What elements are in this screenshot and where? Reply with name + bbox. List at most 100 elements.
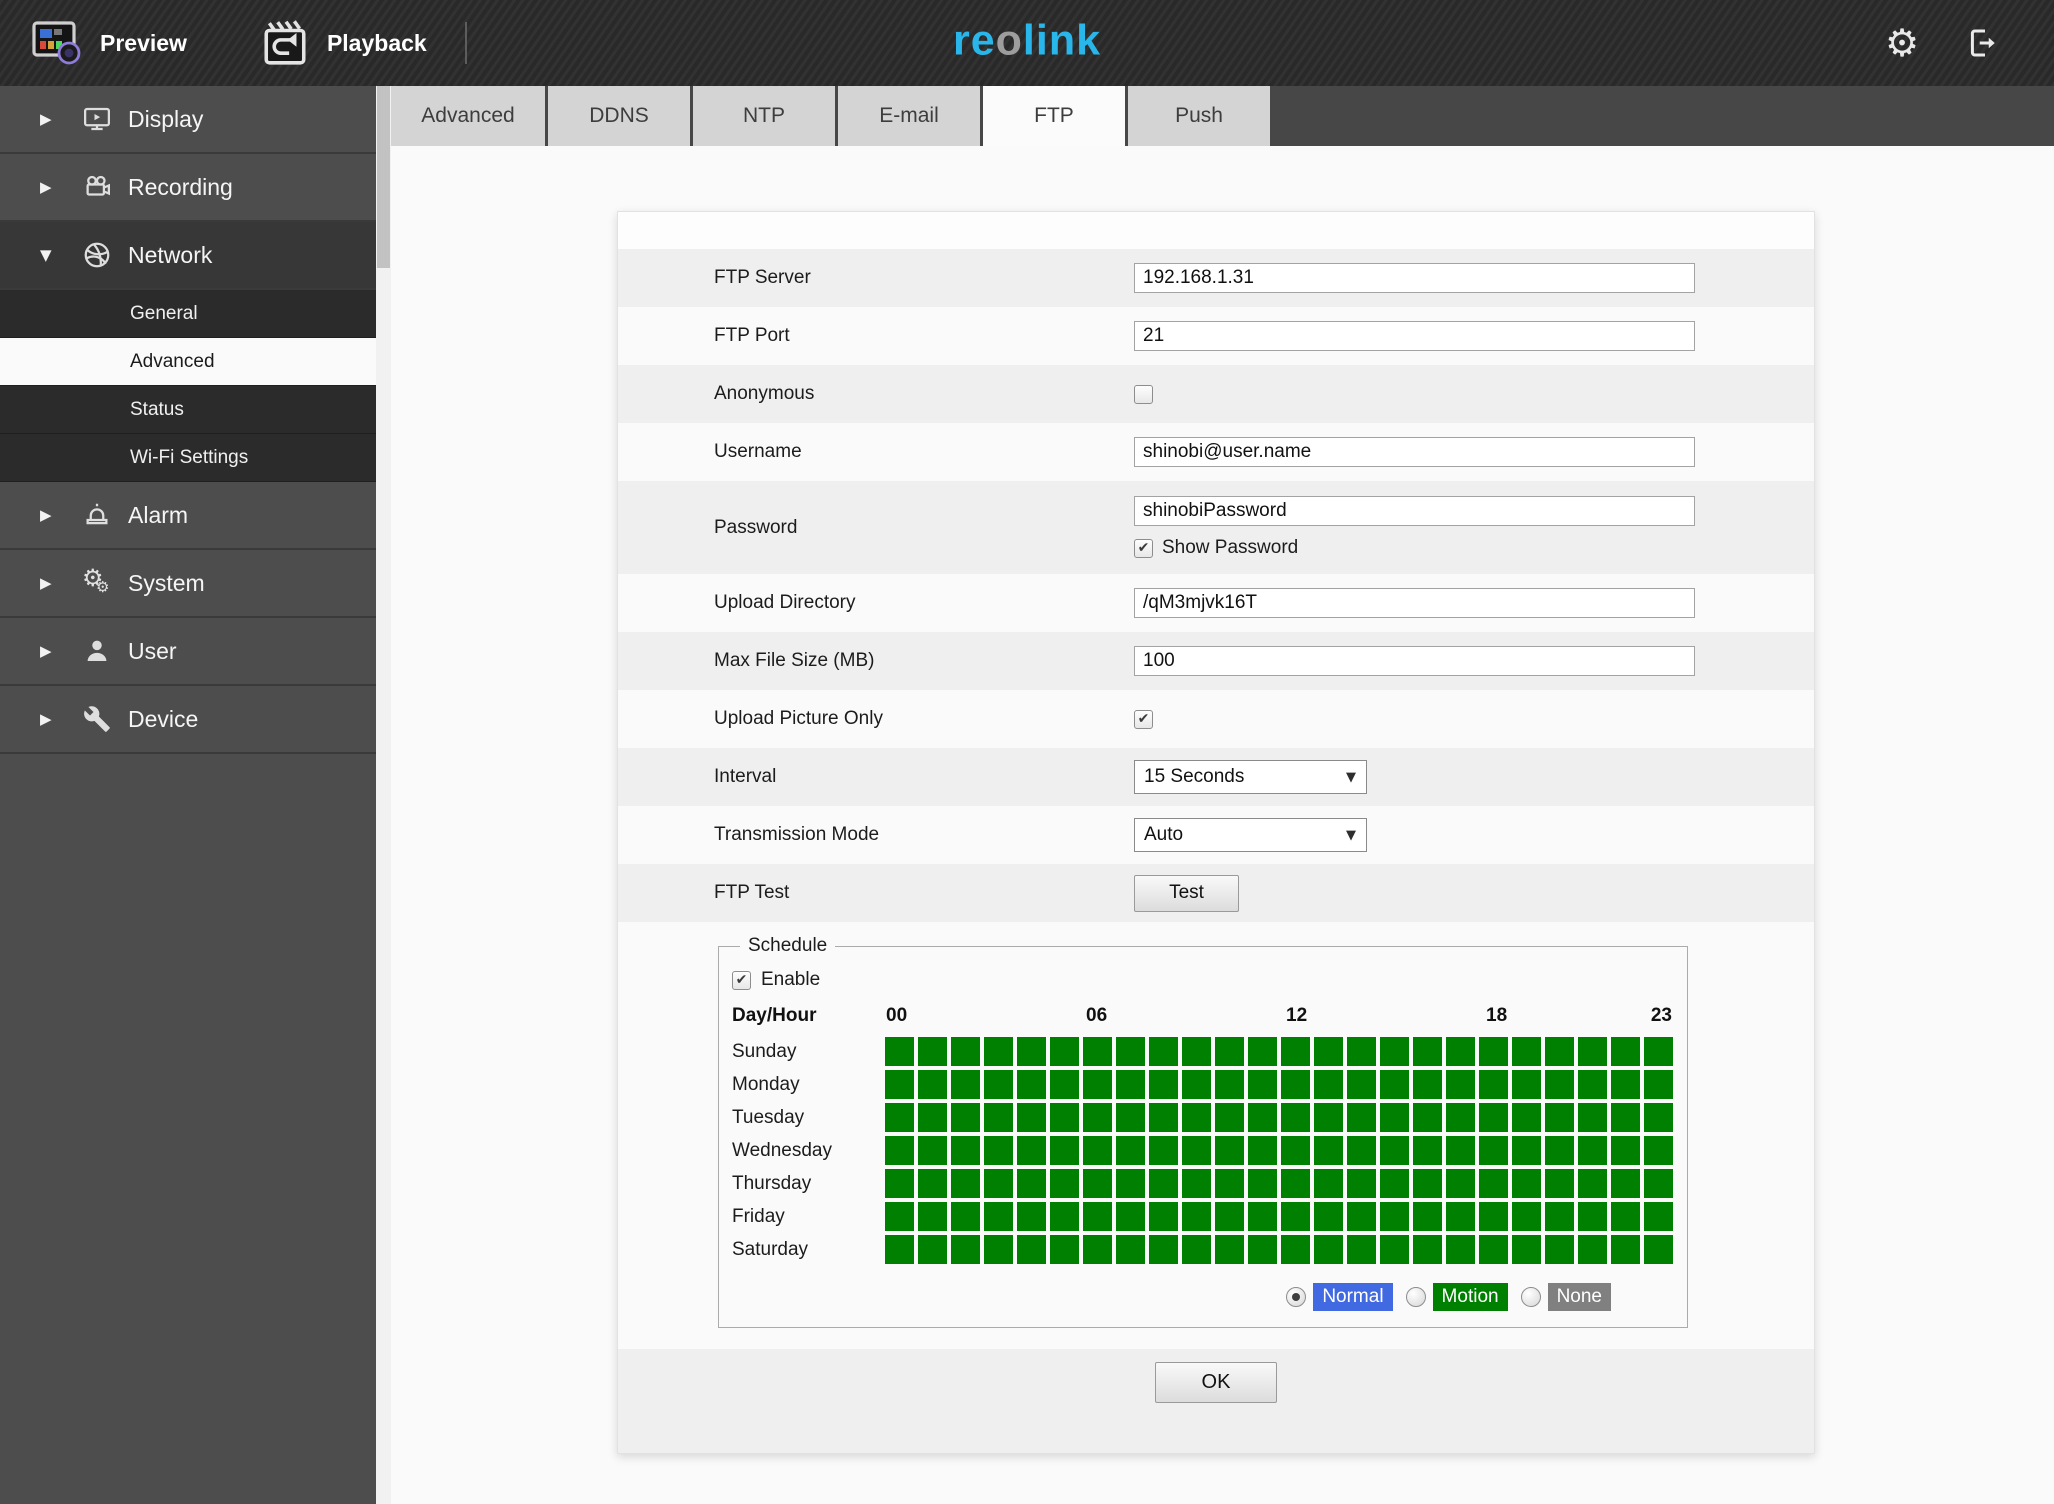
- max-file-size-mb-input[interactable]: [1134, 646, 1695, 676]
- schedule-cell[interactable]: [1083, 1136, 1112, 1165]
- show-password-checkbox[interactable]: [1134, 538, 1153, 558]
- schedule-cell[interactable]: [1149, 1136, 1178, 1165]
- schedule-cell[interactable]: [1050, 1037, 1079, 1066]
- schedule-cell[interactable]: [1182, 1202, 1211, 1231]
- schedule-cell[interactable]: [1380, 1070, 1409, 1099]
- schedule-cell[interactable]: [1116, 1037, 1145, 1066]
- schedule-cell[interactable]: [984, 1070, 1013, 1099]
- schedule-cell[interactable]: [984, 1202, 1013, 1231]
- motion-radio[interactable]: [1405, 1287, 1426, 1307]
- sidebar-item-system[interactable]: ▶ ⚙ ⚙ System: [0, 550, 376, 618]
- schedule-cell[interactable]: [1116, 1103, 1145, 1132]
- schedule-cell[interactable]: [1050, 1136, 1079, 1165]
- sidebar-scrollbar[interactable]: [376, 86, 391, 1504]
- schedule-cell[interactable]: [1017, 1235, 1046, 1264]
- sidebar-item-recording[interactable]: ▶ Recording: [0, 154, 376, 222]
- schedule-cell[interactable]: [1545, 1202, 1574, 1231]
- schedule-cell[interactable]: [1611, 1136, 1640, 1165]
- schedule-cell[interactable]: [1215, 1169, 1244, 1198]
- schedule-cell[interactable]: [1182, 1103, 1211, 1132]
- schedule-cell[interactable]: [1380, 1202, 1409, 1231]
- schedule-cell[interactable]: [1116, 1070, 1145, 1099]
- schedule-cell[interactable]: [1149, 1103, 1178, 1132]
- schedule-cell[interactable]: [1182, 1070, 1211, 1099]
- tab-ntp[interactable]: NTP: [693, 86, 835, 146]
- none-radio[interactable]: [1520, 1287, 1541, 1307]
- schedule-cell[interactable]: [1083, 1037, 1112, 1066]
- schedule-cell[interactable]: [1644, 1070, 1673, 1099]
- schedule-cell[interactable]: [1215, 1070, 1244, 1099]
- schedule-cell[interactable]: [951, 1103, 980, 1132]
- schedule-cell[interactable]: [1380, 1235, 1409, 1264]
- interval-select[interactable]: 15 Seconds ▼: [1134, 760, 1367, 794]
- schedule-cell[interactable]: [1215, 1202, 1244, 1231]
- schedule-cell[interactable]: [951, 1202, 980, 1231]
- schedule-cell[interactable]: [885, 1037, 914, 1066]
- schedule-cell[interactable]: [1611, 1037, 1640, 1066]
- schedule-cell[interactable]: [885, 1202, 914, 1231]
- schedule-cell[interactable]: [918, 1235, 947, 1264]
- schedule-cell[interactable]: [1083, 1169, 1112, 1198]
- schedule-cell[interactable]: [918, 1136, 947, 1165]
- schedule-cell[interactable]: [1578, 1202, 1607, 1231]
- tab-advanced[interactable]: Advanced: [391, 86, 545, 146]
- schedule-cell[interactable]: [1083, 1103, 1112, 1132]
- schedule-cell[interactable]: [1512, 1037, 1541, 1066]
- schedule-cell[interactable]: [1116, 1202, 1145, 1231]
- schedule-cell[interactable]: [1380, 1136, 1409, 1165]
- schedule-cell[interactable]: [1182, 1037, 1211, 1066]
- tab-ftp[interactable]: FTP: [983, 86, 1125, 146]
- schedule-cell[interactable]: [1347, 1037, 1376, 1066]
- ftp-port-input[interactable]: [1134, 321, 1695, 351]
- schedule-cell[interactable]: [1347, 1070, 1376, 1099]
- schedule-cell[interactable]: [1149, 1037, 1178, 1066]
- scrollbar-thumb[interactable]: [377, 86, 390, 268]
- sidebar-subitem-advanced[interactable]: Advanced: [0, 338, 376, 386]
- schedule-cell[interactable]: [1578, 1169, 1607, 1198]
- schedule-cell[interactable]: [1083, 1235, 1112, 1264]
- schedule-cell[interactable]: [1182, 1169, 1211, 1198]
- tab-ddns[interactable]: DDNS: [548, 86, 690, 146]
- schedule-cell[interactable]: [1611, 1169, 1640, 1198]
- schedule-cell[interactable]: [1413, 1136, 1442, 1165]
- schedule-cell[interactable]: [1149, 1235, 1178, 1264]
- schedule-cell[interactable]: [918, 1037, 947, 1066]
- schedule-cell[interactable]: [1380, 1169, 1409, 1198]
- schedule-cell[interactable]: [1215, 1103, 1244, 1132]
- schedule-cell[interactable]: [1149, 1202, 1178, 1231]
- schedule-cell[interactable]: [1512, 1136, 1541, 1165]
- schedule-cell[interactable]: [1248, 1037, 1277, 1066]
- schedule-cell[interactable]: [1017, 1103, 1046, 1132]
- schedule-cell[interactable]: [1644, 1136, 1673, 1165]
- schedule-cell[interactable]: [1281, 1235, 1310, 1264]
- schedule-cell[interactable]: [885, 1235, 914, 1264]
- schedule-cell[interactable]: [1644, 1103, 1673, 1132]
- schedule-cell[interactable]: [1215, 1037, 1244, 1066]
- schedule-cell[interactable]: [1479, 1235, 1508, 1264]
- schedule-cell[interactable]: [1281, 1136, 1310, 1165]
- schedule-cell[interactable]: [885, 1169, 914, 1198]
- schedule-cell[interactable]: [984, 1235, 1013, 1264]
- schedule-cell[interactable]: [1314, 1070, 1343, 1099]
- schedule-cell[interactable]: [1314, 1136, 1343, 1165]
- schedule-cell[interactable]: [1347, 1136, 1376, 1165]
- schedule-cell[interactable]: [1314, 1103, 1343, 1132]
- schedule-cell[interactable]: [1248, 1202, 1277, 1231]
- ftp-server-input[interactable]: [1134, 263, 1695, 293]
- schedule-cell[interactable]: [1545, 1169, 1574, 1198]
- schedule-cell[interactable]: [951, 1037, 980, 1066]
- schedule-cell[interactable]: [1314, 1202, 1343, 1231]
- sidebar-item-user[interactable]: ▶ User: [0, 618, 376, 686]
- schedule-cell[interactable]: [1545, 1103, 1574, 1132]
- schedule-cell[interactable]: [1281, 1202, 1310, 1231]
- sidebar-item-network[interactable]: ▼ Network: [0, 222, 376, 290]
- schedule-cell[interactable]: [1281, 1070, 1310, 1099]
- schedule-cell[interactable]: [885, 1070, 914, 1099]
- schedule-cell[interactable]: [1149, 1070, 1178, 1099]
- schedule-cell[interactable]: [1446, 1037, 1475, 1066]
- schedule-cell[interactable]: [1578, 1136, 1607, 1165]
- schedule-cell[interactable]: [1578, 1037, 1607, 1066]
- schedule-cell[interactable]: [1611, 1235, 1640, 1264]
- schedule-cell[interactable]: [1446, 1136, 1475, 1165]
- schedule-cell[interactable]: [1083, 1202, 1112, 1231]
